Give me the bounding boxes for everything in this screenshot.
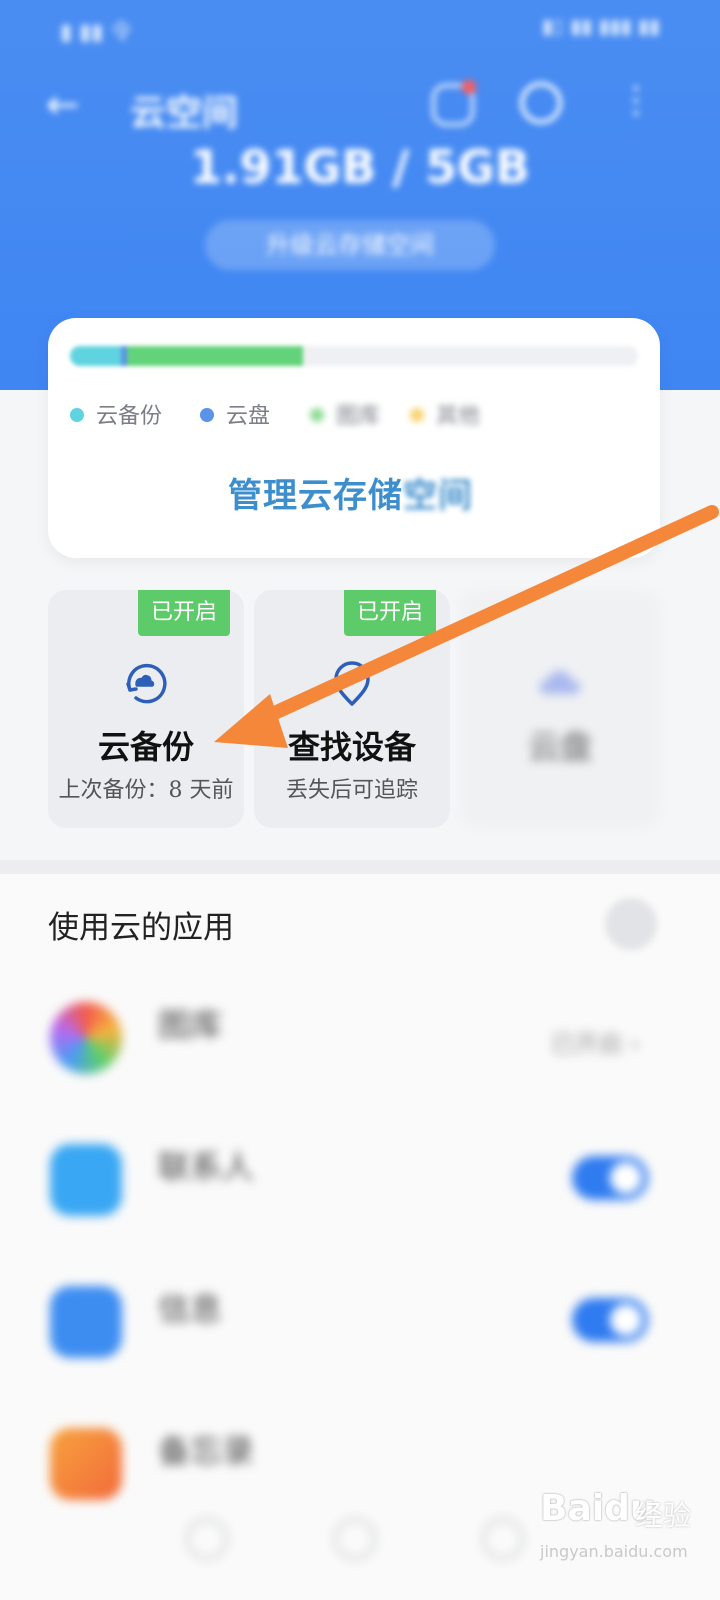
search-icon[interactable] <box>520 82 562 124</box>
legend-label: 其他 <box>436 404 481 429</box>
tile-cloud-drive[interactable]: 云盘 <box>460 590 660 828</box>
app-row-contacts[interactable]: 联系人 <box>0 1124 720 1244</box>
legend-dot <box>310 408 324 422</box>
status-left: ▮ ▮▮ 令 <box>60 20 133 45</box>
app-row-messages[interactable]: 信息 <box>0 1266 720 1386</box>
nav-home-icon[interactable] <box>334 1518 376 1560</box>
storage-used-text: 1.91GB / 5GB <box>190 140 530 194</box>
legend-label: 云盘 <box>226 404 271 429</box>
messages-app-icon <box>50 1286 122 1358</box>
legend-dot <box>70 408 84 422</box>
section-settings-button[interactable] <box>605 898 657 950</box>
watermark-url: jingyan.baidu.com <box>540 1542 688 1561</box>
contacts-app-icon <box>50 1144 122 1216</box>
app-name: 图库 <box>158 1006 223 1044</box>
storage-legend: 云备份 云盘 图库 其他 <box>70 398 638 438</box>
tile-description: 丢失后可追踪 <box>285 778 418 803</box>
nav-recents-icon[interactable] <box>482 1518 524 1560</box>
tile-description: 上次备份：8 天前 <box>58 778 234 803</box>
notification-dot <box>462 80 476 94</box>
app-row-gallery[interactable]: 图库 已开启 › <box>0 982 720 1102</box>
storage-segment <box>70 346 121 366</box>
tile-cloud-backup[interactable]: 已开启 云备份 上次备份：8 天前 <box>48 590 244 828</box>
upgrade-storage-button[interactable]: 升级云存储空间 <box>205 220 495 270</box>
tile-title: 云盘 <box>527 728 592 766</box>
status-badge: 已开启 <box>344 590 436 636</box>
storage-usage-bar <box>70 346 638 366</box>
legend-label: 图库 <box>336 404 381 429</box>
toggle-knob <box>610 1304 642 1336</box>
legend-label: 云备份 <box>96 404 163 429</box>
sync-toggle[interactable] <box>572 1298 648 1342</box>
page-title: 云空间 <box>130 93 239 134</box>
status-bar: ▮ ▮▮ 令 ▮▯ ▮▮ ▮▮▮ ▮▮ <box>60 10 660 45</box>
app-status: 已开启 › <box>550 1030 640 1058</box>
app-name: 联系人 <box>158 1148 255 1186</box>
status-right: ▮▯ ▮▮ ▮▮▮ ▮▮ <box>541 14 660 38</box>
manage-link-text-faded: 空间 <box>403 476 473 516</box>
legend-dot <box>200 408 214 422</box>
app-name: 信息 <box>158 1290 223 1328</box>
sync-toggle[interactable] <box>572 1156 648 1200</box>
gallery-app-icon <box>50 1002 122 1074</box>
legend-dot <box>410 408 424 422</box>
legend-item-gallery: 图库 <box>310 398 380 430</box>
status-badge: 已开启 <box>138 590 230 636</box>
manage-storage-link[interactable]: 管理云存储空间 <box>228 468 473 517</box>
cloud-drive-icon <box>540 671 580 694</box>
watermark-suffix: 经验 <box>635 1499 692 1532</box>
toggle-knob <box>610 1162 642 1194</box>
app-name: 备忘录 <box>158 1432 255 1470</box>
tile-title: 查找设备 <box>287 728 416 766</box>
notes-app-icon <box>50 1428 122 1500</box>
apps-section-title: 使用云的应用 <box>48 910 234 946</box>
legend-item-other: 其他 <box>410 398 480 430</box>
top-nav: ← 云空间 ⋮ <box>0 70 720 140</box>
back-arrow-icon[interactable]: ← <box>46 82 80 128</box>
baidu-jingyan-watermark: Baidu 经验 jingyan.baidu.com <box>540 1488 710 1588</box>
legend-item-drive: 云盘 <box>200 398 270 430</box>
nav-back-icon[interactable] <box>186 1518 228 1560</box>
location-pin-icon <box>334 661 370 706</box>
manage-link-text: 管理云存储 <box>228 476 403 516</box>
legend-item-backup: 云备份 <box>70 398 162 430</box>
storage-segment <box>127 346 303 366</box>
cloud-backup-icon <box>126 663 167 704</box>
storage-card: 云备份 云盘 图库 其他 管理云存储空间 <box>48 318 660 558</box>
tile-title: 云备份 <box>97 728 194 766</box>
tile-find-device[interactable]: 已开启 查找设备 丢失后可追踪 <box>254 590 450 828</box>
more-menu-icon[interactable]: ⋮ <box>618 80 654 121</box>
section-divider <box>0 860 720 874</box>
